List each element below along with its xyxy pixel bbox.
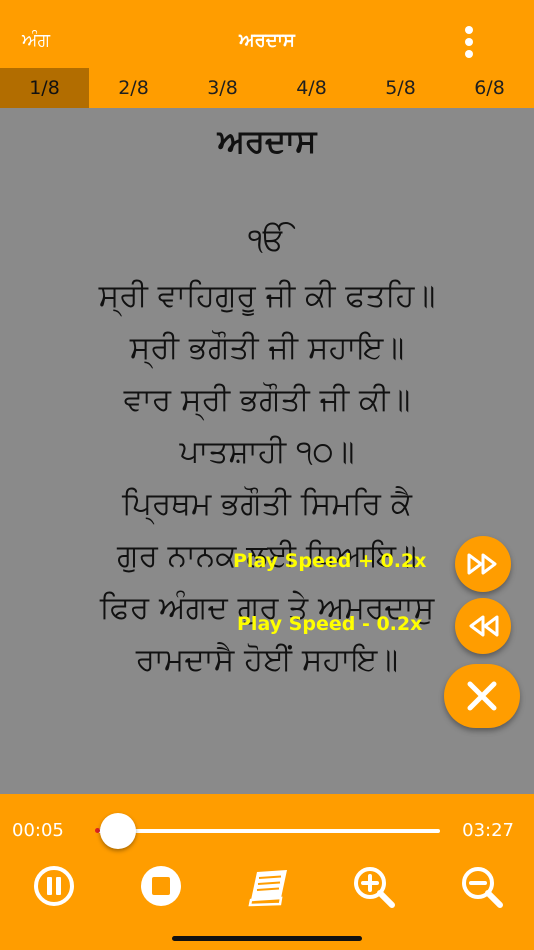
verse-line: ੴ: [248, 222, 286, 258]
book-button[interactable]: [243, 862, 293, 912]
speed-down-button[interactable]: [455, 598, 511, 654]
page-title: ਅਰਦਾਸ: [239, 30, 295, 51]
verse-line: ਪ੍ਰਿਥਮ ਭਗੌਤੀ ਸਿਮਰਿ ਕੈ: [122, 486, 412, 522]
zoom-in-button[interactable]: [348, 862, 398, 912]
seek-bar[interactable]: [98, 829, 440, 833]
total-time: 03:27: [462, 820, 514, 841]
pause-icon: [34, 866, 74, 906]
tab-6[interactable]: 6/8: [445, 68, 534, 108]
book-icon: [248, 870, 287, 907]
tab-4[interactable]: 4/8: [267, 68, 356, 108]
verse-line: ਪਾਤਸ਼ਾਹੀ ੧੦॥: [179, 434, 355, 470]
audio-player: 00:05 03:27: [0, 794, 534, 950]
pause-button[interactable]: [29, 862, 79, 912]
speed-up-label: Play Speed + 0.2x: [233, 550, 427, 572]
seek-handle[interactable]: [100, 813, 136, 849]
stop-icon: [141, 866, 181, 906]
verse-line: ਵਾਰ ਸ੍ਰੀ ਭਗੌਤੀ ਜੀ ਕੀ॥: [123, 382, 411, 418]
zoom-out-icon: [462, 867, 503, 908]
content-heading: ਅਰਦਾਸ: [217, 122, 317, 160]
zoom-out-button[interactable]: [456, 862, 506, 912]
fast-forward-icon: [467, 553, 497, 575]
close-speed-button[interactable]: [444, 664, 520, 728]
tab-2[interactable]: 2/8: [89, 68, 178, 108]
zoom-in-icon: [354, 867, 395, 908]
speed-up-button[interactable]: [455, 536, 511, 592]
home-indicator: [172, 936, 362, 941]
menu-dot: [465, 26, 473, 34]
close-icon: [467, 681, 497, 711]
page-tabs: 1/8 2/8 3/8 4/8 5/8 6/8: [0, 68, 534, 108]
tab-5[interactable]: 5/8: [356, 68, 445, 108]
stop-button[interactable]: [136, 862, 186, 912]
tab-3[interactable]: 3/8: [178, 68, 267, 108]
tab-1[interactable]: 1/8: [0, 68, 89, 108]
speed-down-label: Play Speed - 0.2x: [237, 613, 423, 635]
top-app-bar: ਅੰਗ ਅਰਦਾਸ: [0, 0, 534, 68]
verse-line: ਸ੍ਰੀ ਵਾਹਿਗੁਰੂ ਜੀ ਕੀ ਫਤਹਿ॥: [98, 278, 436, 314]
more-vertical-icon[interactable]: [462, 26, 476, 58]
verse-line: ਸ੍ਰੀ ਭਗੌਤੀ ਜੀ ਸਹਾਇ॥: [129, 330, 405, 366]
menu-dot: [465, 50, 473, 58]
elapsed-time: 00:05: [12, 820, 64, 841]
rewind-icon: [469, 615, 499, 637]
menu-dot: [465, 38, 473, 46]
